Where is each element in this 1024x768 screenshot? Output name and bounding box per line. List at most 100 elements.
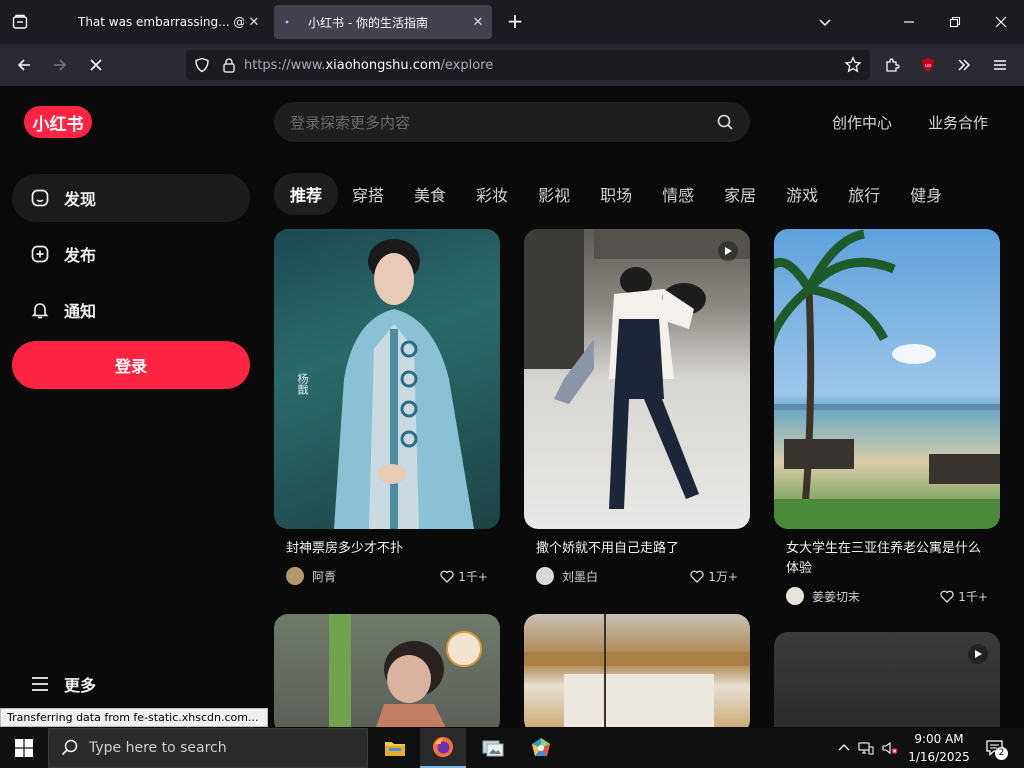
tab-career[interactable]: 职场 [600,182,632,206]
tab-emotion[interactable]: 情感 [662,182,694,206]
feed-card[interactable] [774,632,1000,727]
feed-card[interactable]: 女大学生在三亚住养老公寓是什么体验 姜姜切末 1千+ [774,229,1000,605]
tab-travel[interactable]: 旅行 [848,182,880,206]
card-author[interactable]: 阿青 [312,568,440,585]
close-tab-icon[interactable]: ✕ [468,15,488,30]
xiaohongshu-logo[interactable]: 小红书 [24,106,92,138]
tab-fashion[interactable]: 穿搭 [352,182,384,206]
sidebar-item-discover[interactable]: 发现 [12,174,250,222]
close-tab-icon[interactable]: ✕ [244,15,264,30]
stop-loading-icon[interactable] [82,51,110,79]
tab-title: 小红书 - 你的生活指南 [308,15,428,30]
tab-makeup[interactable]: 彩妆 [476,182,508,206]
lock-icon[interactable] [222,57,236,73]
like-count: 1万+ [708,569,738,584]
card-cover-image[interactable]: 杨戬 [274,229,500,529]
card-cover-image[interactable] [774,229,1000,529]
close-window-icon[interactable] [986,8,1016,36]
app-icon[interactable] [518,728,564,768]
poster-caption: 杨戬 [296,373,309,395]
windows-taskbar: Type here to search 9:00 AM 1/16/2025 2 [0,728,1024,768]
forward-icon[interactable] [46,51,74,79]
avatar[interactable] [786,587,804,605]
card-title[interactable]: 撒个娇就不用自己走路了 [524,529,750,559]
minimize-icon[interactable] [894,8,924,36]
notification-center-icon[interactable]: 2 [980,728,1010,768]
home-icon [30,188,50,208]
like-button[interactable]: 1千+ [440,568,488,585]
creator-center-link[interactable]: 创作中心 [832,112,892,133]
feed-card[interactable]: 撒个娇就不用自己走路了 刘墨白 1万+ [524,229,750,585]
taskbar-clock[interactable]: 9:00 AM 1/16/2025 [900,730,978,766]
taskbar-search-input[interactable]: Type here to search [89,740,227,756]
firefox-icon[interactable] [420,728,466,768]
browser-status-text: Transferring data from fe-static.xhscdn.… [0,708,268,727]
video-play-icon [718,241,738,261]
svg-text:uo: uo [925,63,931,69]
card-author[interactable]: 刘墨白 [562,568,690,585]
tab-infar[interactable]: That was embarrassing... @Infar ✕ [44,5,268,39]
sidebar-item-label: 更多 [64,676,97,695]
tab-games[interactable]: 游戏 [786,182,818,206]
windows-start-icon[interactable] [0,728,48,768]
card-cover-image[interactable] [274,614,500,727]
feed-card[interactable] [274,614,500,727]
tab-fitness[interactable]: 健身 [910,182,942,206]
more-tools-icon[interactable] [950,51,978,79]
address-bar[interactable]: https://www.xiaohongshu.com/explore [186,50,870,80]
tab-title: That was embarrassing... @Infar [78,15,244,29]
heart-icon [940,590,954,603]
like-button[interactable]: 1千+ [940,588,988,605]
file-explorer-icon[interactable] [372,728,418,768]
like-button[interactable]: 1万+ [690,568,738,585]
sidebar-item-publish[interactable]: 发布 [12,230,250,278]
search-input[interactable]: 登录探索更多内容 [290,112,716,133]
tab-recommend[interactable]: 推荐 [274,173,339,215]
business-link[interactable]: 业务合作 [928,112,988,133]
tab-list-icon[interactable] [6,8,34,36]
tab-xiaohongshu[interactable]: 小红书 - 你的生活指南 ✕ [274,5,492,39]
card-author[interactable]: 姜姜切末 [812,588,940,605]
menu-icon [30,674,50,694]
network-icon[interactable] [858,741,874,755]
avatar[interactable] [536,567,554,585]
bookmark-star-icon[interactable] [839,51,867,79]
tab-movies[interactable]: 影视 [538,182,570,206]
photos-app-icon[interactable] [470,728,516,768]
card-meta: 刘墨白 1万+ [524,559,750,585]
sidebar-item-label: 发现 [64,190,97,209]
tab-home[interactable]: 家居 [724,182,756,206]
avatar[interactable] [286,567,304,585]
new-tab-icon[interactable]: + [504,10,526,32]
bell-icon [30,300,50,320]
extensions-icon[interactable] [878,51,906,79]
tracking-protection-icon[interactable] [194,57,210,73]
card-title[interactable]: 封神票房多少才不扑 [274,529,500,559]
restore-icon[interactable] [940,8,970,36]
back-icon[interactable] [10,51,38,79]
url-text: https://www.xiaohongshu.com/explore [244,57,494,73]
loading-favicon-icon [284,15,298,29]
sidebar-item-more[interactable]: 更多 [12,660,250,708]
card-cover-image[interactable] [774,632,1000,727]
card-cover-image[interactable] [524,614,750,727]
sidebar-item-label: 发布 [64,246,97,265]
taskbar-search[interactable]: Type here to search [48,728,368,768]
search-bar[interactable]: 登录探索更多内容 [274,102,750,142]
card-meta: 姜姜切末 1千+ [774,579,1000,605]
list-all-tabs-icon[interactable] [810,8,840,36]
card-title[interactable]: 女大学生在三亚住养老公寓是什么体验 [774,529,1000,579]
tab-food[interactable]: 美食 [414,182,446,206]
sidebar-item-notifications[interactable]: 通知 [12,286,250,334]
search-icon [61,739,79,757]
search-icon[interactable] [716,113,734,131]
ublock-icon[interactable]: uo [914,51,942,79]
login-button[interactable]: 登录 [12,341,250,389]
volume-muted-icon[interactable] [882,741,898,755]
hamburger-menu-icon[interactable] [986,51,1014,79]
feed-card[interactable] [524,614,750,727]
favicon-icon [54,15,68,29]
feed-card[interactable]: 杨戬 封神票房多少才不扑 阿青 1千+ [274,229,500,585]
show-hidden-icons-icon[interactable] [838,742,850,754]
card-cover-image[interactable] [524,229,750,529]
